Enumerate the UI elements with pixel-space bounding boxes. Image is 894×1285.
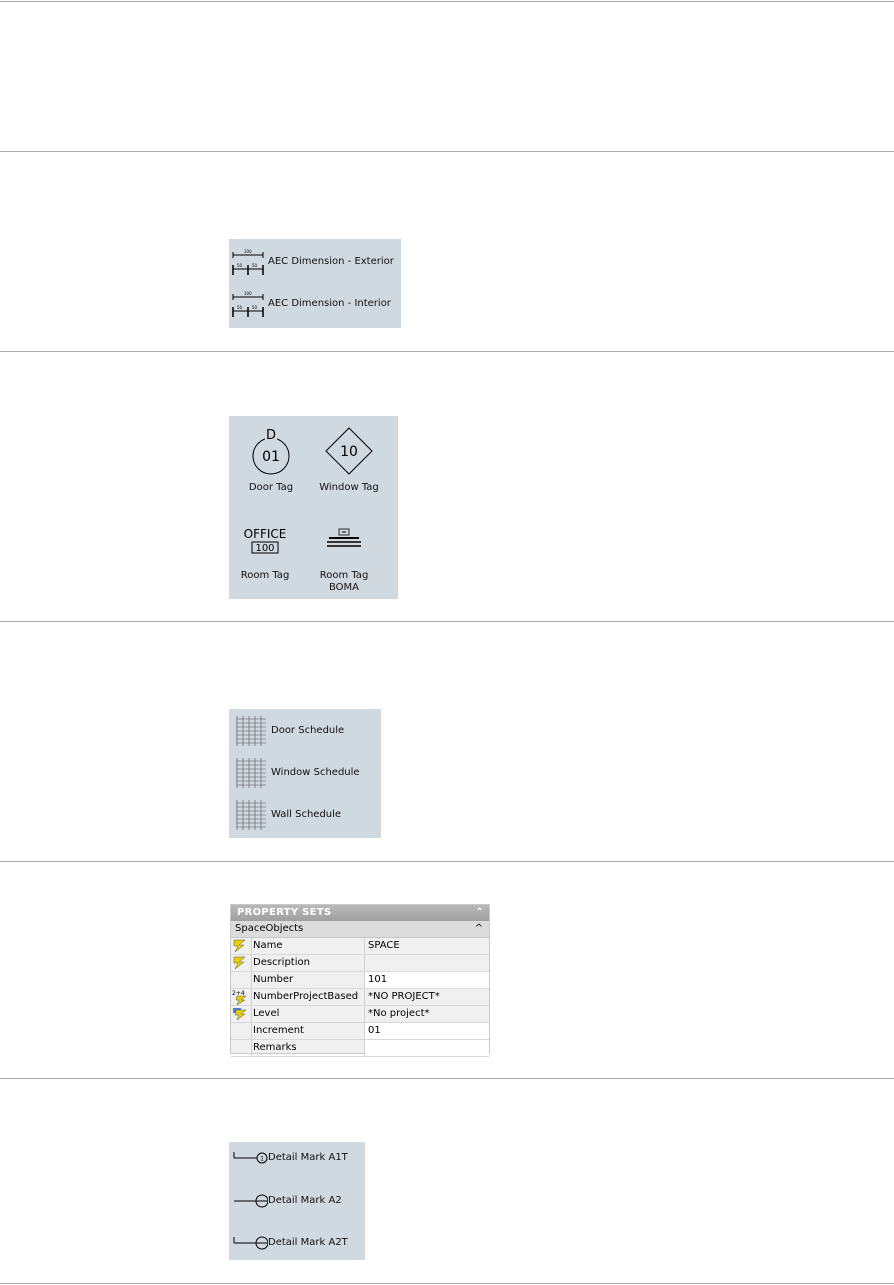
- divider: [0, 151, 894, 152]
- divider: [0, 861, 894, 862]
- room-tag-boma-tool[interactable]: Room Tag BOMA: [302, 520, 386, 594]
- schedules-palette: Door Schedule Window Schedule Wall Sched…: [229, 709, 381, 838]
- property-value: *NO PROJECT*: [364, 989, 489, 1005]
- property-row-increment: Increment 01: [231, 1023, 489, 1040]
- property-set-category[interactable]: SpaceObjects ^: [231, 921, 489, 938]
- wall-schedule-label: Wall Schedule: [271, 809, 342, 820]
- property-value-input[interactable]: 101: [364, 972, 489, 988]
- svg-text:100: 100: [244, 249, 252, 254]
- svg-text:50: 50: [237, 263, 243, 268]
- property-key: Increment: [251, 1023, 366, 1039]
- property-key: Name: [251, 938, 366, 954]
- property-row-name: Name SPACE: [231, 938, 489, 955]
- property-row-numberprojectbased: 2+4 NumberProjectBased *NO PROJECT*: [231, 989, 489, 1006]
- door-tag-tool[interactable]: D 01 Door Tag: [229, 422, 313, 494]
- schedule-table-icon: [236, 716, 266, 746]
- dimension-tool-label: AEC Dimension - Exterior: [268, 256, 394, 267]
- tags-palette: D 01 Door Tag 10 Window Tag OFFICE 100 R…: [229, 416, 398, 599]
- window-schedule-tool[interactable]: Window Schedule: [229, 753, 381, 793]
- room-tag-icon: OFFICE 100: [244, 527, 287, 554]
- schedule-table-icon: [236, 800, 266, 830]
- collapse-all-icon[interactable]: ⌃: [475, 905, 484, 921]
- detail-mark-label: Detail Mark A1T: [268, 1152, 348, 1163]
- detail-mark-a1t-tool[interactable]: 1 Detail Mark A1T: [229, 1144, 365, 1186]
- dimension-icon: 100 50 50: [232, 291, 264, 317]
- svg-text:50: 50: [252, 305, 258, 310]
- property-value-input[interactable]: [364, 1040, 489, 1056]
- room-tag-label: Room Tag: [240, 570, 290, 581]
- formula-icon: 2+4: [231, 989, 249, 1006]
- svg-text:10: 10: [340, 444, 358, 460]
- room-tag-tool[interactable]: OFFICE 100 Room Tag: [223, 520, 307, 582]
- property-key: NumberProjectBased: [251, 989, 366, 1005]
- svg-text:D: D: [266, 428, 276, 443]
- room-tag-boma-icon: [327, 528, 361, 547]
- property-row-level: Level *No project*: [231, 1006, 489, 1023]
- lightning-icon: [231, 938, 249, 954]
- divider: [0, 621, 894, 622]
- dimension-icon: 100 50 50: [232, 249, 264, 275]
- svg-text:100: 100: [255, 543, 274, 554]
- lightning-blue-icon: [231, 1006, 249, 1022]
- door-tag-label: Door Tag: [248, 482, 294, 493]
- door-tag-icon: D 01: [252, 428, 290, 475]
- room-tag-boma-label-line2: BOMA: [328, 582, 360, 593]
- property-sets-title: PROPERTY SETS: [237, 907, 332, 918]
- property-key: Level: [251, 1006, 366, 1022]
- door-schedule-tool[interactable]: Door Schedule: [229, 711, 381, 751]
- svg-text:50: 50: [252, 263, 258, 268]
- svg-text:OFFICE: OFFICE: [244, 527, 287, 541]
- detail-marks-palette: 1 Detail Mark A1T Detail Mark A2 Detail …: [229, 1142, 365, 1260]
- property-value: [364, 955, 489, 971]
- property-sets-panel: PROPERTY SETS ⌃ SpaceObjects ^ Name SPAC…: [230, 904, 490, 1057]
- divider: [0, 1, 894, 2]
- window-schedule-label: Window Schedule: [271, 767, 360, 778]
- property-row-remarks: Remarks: [231, 1040, 489, 1057]
- property-key: Remarks: [251, 1040, 366, 1056]
- door-schedule-label: Door Schedule: [271, 725, 345, 736]
- svg-text:1: 1: [260, 1156, 264, 1163]
- property-value: SPACE: [364, 938, 489, 954]
- wall-schedule-tool[interactable]: Wall Schedule: [229, 795, 381, 835]
- property-key: Number: [251, 972, 366, 988]
- dimension-tool-exterior[interactable]: 100 50 50 AEC Dimension - Exterior: [229, 243, 401, 283]
- detail-mark-label: Detail Mark A2: [268, 1195, 342, 1206]
- detail-mark-a2t-tool[interactable]: Detail Mark A2T: [229, 1229, 365, 1271]
- svg-text:01: 01: [262, 449, 280, 465]
- svg-text:100: 100: [244, 291, 252, 296]
- property-value: *No project*: [364, 1006, 489, 1022]
- window-tag-tool[interactable]: 10 Window Tag: [307, 422, 391, 494]
- detail-mark-a1t-icon: 1: [233, 1152, 268, 1164]
- detail-mark-a2-tool[interactable]: Detail Mark A2: [229, 1187, 365, 1229]
- room-tag-boma-label-line1: Room Tag: [319, 570, 369, 581]
- chevron-up-icon[interactable]: ^: [475, 921, 483, 937]
- detail-mark-a2t-icon: [233, 1236, 268, 1250]
- dimension-tool-label: AEC Dimension - Interior: [268, 298, 391, 309]
- detail-mark-label: Detail Mark A2T: [268, 1237, 348, 1248]
- lightning-icon: [231, 955, 249, 971]
- property-key: Description: [251, 955, 366, 971]
- detail-mark-a2-icon: [234, 1194, 268, 1208]
- dimension-tool-interior[interactable]: 100 50 50 AEC Dimension - Interior: [229, 285, 401, 325]
- property-value-input[interactable]: 01: [364, 1023, 489, 1039]
- property-row-description: Description: [231, 955, 489, 972]
- dimensions-palette: 100 50 50 AEC Dimension - Exterior 100 5…: [229, 239, 401, 328]
- schedule-table-icon: [236, 758, 266, 788]
- category-label: SpaceObjects: [235, 923, 304, 934]
- svg-text:50: 50: [237, 305, 243, 310]
- window-tag-icon: 10: [325, 427, 373, 475]
- property-row-number: Number 101: [231, 972, 489, 989]
- divider: [0, 1078, 894, 1079]
- divider: [0, 1283, 894, 1284]
- window-tag-label: Window Tag: [319, 482, 379, 493]
- property-sets-header[interactable]: PROPERTY SETS ⌃: [231, 905, 489, 921]
- divider: [0, 351, 894, 352]
